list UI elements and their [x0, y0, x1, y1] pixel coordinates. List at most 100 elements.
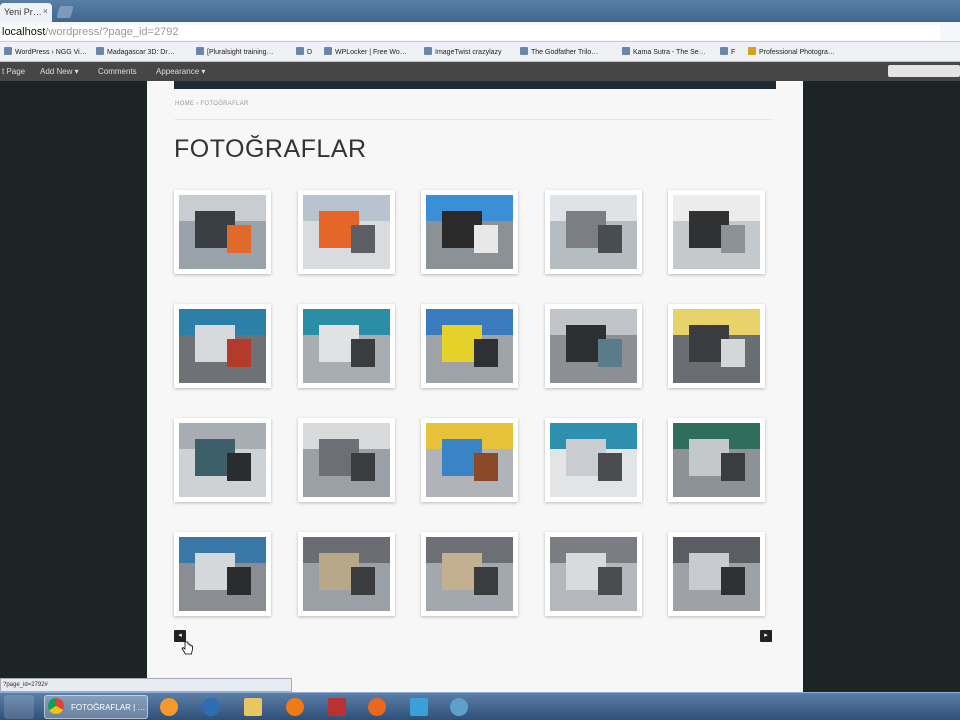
- url-host: localhost: [2, 26, 46, 38]
- photo-image: [673, 309, 760, 383]
- app-icon[interactable]: [160, 698, 178, 716]
- bookmark-icon: [720, 47, 728, 55]
- gallery-thumbnail[interactable]: [668, 532, 765, 616]
- photo-detail: [473, 566, 499, 595]
- photo-detail: [720, 224, 746, 253]
- gallery-thumbnail[interactable]: [421, 304, 518, 388]
- photo-detail: [720, 338, 746, 367]
- photo-detail: [226, 566, 252, 595]
- address-bar: localhost/wordpress/?page_id=2792: [0, 22, 960, 42]
- app-icon[interactable]: [450, 698, 468, 716]
- admin-bar: t Page Add New ▾ Comments Appearance ▾: [0, 62, 960, 81]
- photo-detail: [597, 452, 623, 481]
- gallery-thumbnail[interactable]: [421, 532, 518, 616]
- bookmark-icon: [296, 47, 304, 55]
- photo-detail: [473, 224, 499, 253]
- photo-image: [179, 195, 266, 269]
- close-icon[interactable]: ×: [43, 6, 48, 16]
- bookmark-item[interactable]: WPLocker | Free Wo…: [324, 47, 407, 56]
- bookmark-item[interactable]: Madagascar 3D: Dr…: [96, 47, 175, 56]
- photo-detail: [226, 224, 252, 253]
- gallery-thumbnail[interactable]: [298, 190, 395, 274]
- bookmark-item[interactable]: D: [296, 47, 312, 56]
- url-path: /wordpress/?page_id=2792: [45, 26, 179, 38]
- admin-bar-edit-page[interactable]: t Page: [2, 67, 25, 76]
- breadcrumb: HOME › FOTOĞRAFLAR: [175, 101, 249, 107]
- photo-image: [303, 309, 390, 383]
- app-icon[interactable]: [286, 698, 304, 716]
- gallery-thumbnail[interactable]: [174, 190, 271, 274]
- status-link: ?page_id=2792#: [3, 682, 48, 688]
- gallery-thumbnail[interactable]: [668, 418, 765, 502]
- photo-detail: [226, 338, 252, 367]
- show-desktop-icon[interactable]: [4, 695, 34, 719]
- chrome-icon: [48, 698, 64, 714]
- bookmark-item[interactable]: The Godfather Trilo…: [520, 47, 598, 56]
- status-bar: ?page_id=2792#: [0, 678, 292, 692]
- gallery-thumbnail[interactable]: [545, 532, 642, 616]
- gallery-thumbnail[interactable]: [668, 304, 765, 388]
- photo-image: [673, 423, 760, 497]
- photo-image: [550, 423, 637, 497]
- url-input[interactable]: localhost/wordpress/?page_id=2792: [0, 25, 940, 40]
- bookmark-item[interactable]: Kama Sutra - The Se…: [622, 47, 706, 56]
- new-tab-button[interactable]: [56, 6, 74, 18]
- gallery-thumbnail[interactable]: [421, 418, 518, 502]
- gallery-thumbnail[interactable]: [545, 304, 642, 388]
- bookmark-item[interactable]: F: [720, 47, 735, 56]
- gallery-thumbnail[interactable]: [174, 418, 271, 502]
- photo-detail: [473, 452, 499, 481]
- gallery-next-button[interactable]: ▸: [760, 630, 772, 642]
- header-strip: [174, 81, 776, 89]
- gallery-thumbnail[interactable]: [174, 532, 271, 616]
- bookmark-icon: [96, 47, 104, 55]
- photo-detail: [350, 338, 376, 367]
- tab-title: Yeni Pr…: [4, 7, 42, 17]
- photo-image: [179, 537, 266, 611]
- admin-search-input[interactable]: [888, 65, 960, 77]
- app-icon[interactable]: [202, 698, 220, 716]
- gallery-thumbnail[interactable]: [545, 418, 642, 502]
- bookmark-item[interactable]: [Pluralsight training…: [196, 47, 274, 56]
- bookmark-item[interactable]: ImageTwist crazylazy: [424, 47, 502, 56]
- browser-tab-strip: Yeni Pr… ×: [0, 0, 960, 22]
- admin-bar-comments[interactable]: Comments: [98, 67, 137, 76]
- taskbar-chrome-window[interactable]: FOTOĞRAFLAR | …: [44, 695, 148, 719]
- gallery-thumbnail[interactable]: [298, 304, 395, 388]
- bookmark-icon: [520, 47, 528, 55]
- photo-image: [303, 537, 390, 611]
- photo-image: [179, 309, 266, 383]
- photo-detail: [350, 566, 376, 595]
- admin-bar-add-new[interactable]: Add New ▾: [40, 67, 79, 76]
- photo-image: [303, 195, 390, 269]
- photo-detail: [350, 452, 376, 481]
- gallery-thumbnail[interactable]: [421, 190, 518, 274]
- bookmark-icon: [324, 47, 332, 55]
- app-icon[interactable]: [410, 698, 428, 716]
- photo-image: [550, 195, 637, 269]
- gallery-thumbnail[interactable]: [174, 304, 271, 388]
- app-icon[interactable]: [328, 698, 346, 716]
- photo-image: [426, 537, 513, 611]
- photo-detail: [350, 224, 376, 253]
- browser-tab[interactable]: Yeni Pr… ×: [0, 3, 52, 22]
- bookmark-icon: [4, 47, 12, 55]
- admin-bar-appearance[interactable]: Appearance ▾: [156, 67, 205, 76]
- bookmark-icon: [748, 47, 756, 55]
- gallery-thumbnail[interactable]: [668, 190, 765, 274]
- gallery-thumbnail[interactable]: [545, 190, 642, 274]
- gallery-thumbnail[interactable]: [298, 532, 395, 616]
- bookmark-item[interactable]: WordPress › NGG Vi…: [4, 47, 87, 56]
- photo-image: [426, 423, 513, 497]
- gallery-thumbnail[interactable]: [298, 418, 395, 502]
- bookmark-item[interactable]: Professional Photogra…: [748, 47, 835, 56]
- firefox-icon[interactable]: [368, 698, 386, 716]
- page-title: FOTOĞRAFLAR: [174, 135, 367, 163]
- photo-image: [303, 423, 390, 497]
- bookmark-icon: [424, 47, 432, 55]
- photo-image: [673, 537, 760, 611]
- photo-image: [673, 195, 760, 269]
- photo-detail: [597, 224, 623, 253]
- photo-image: [550, 309, 637, 383]
- folder-icon[interactable]: [244, 698, 262, 716]
